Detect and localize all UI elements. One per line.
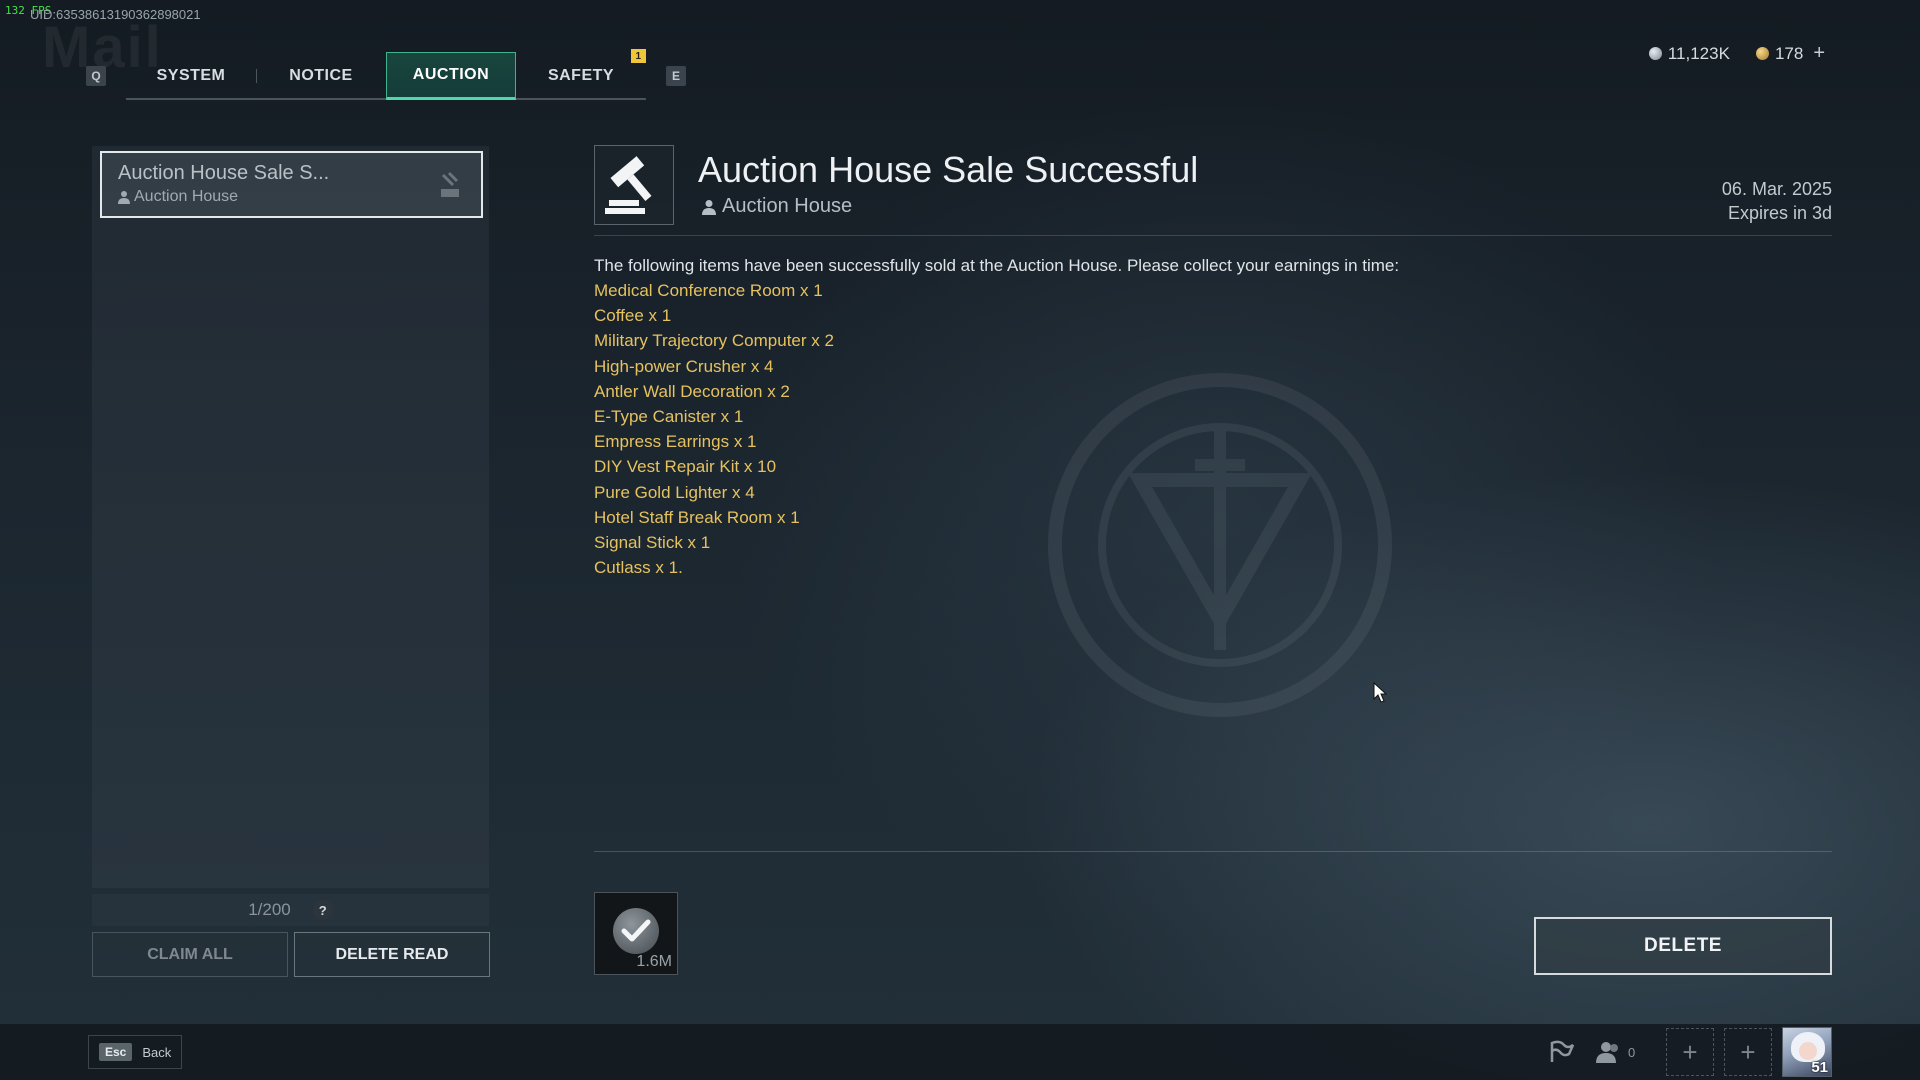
list-item: Military Trajectory Computer x 2 (594, 331, 834, 351)
tab-label: SAFETY (547, 67, 615, 84)
gold-coin-icon (1755, 47, 1769, 60)
mail-intro: The following items have been successful… (594, 256, 1400, 275)
bottom-right-icons: 0 + + 51 (1538, 1027, 1832, 1077)
tab-bar: SYSTEM NOTICE AUCTION SAFETY 1 (126, 49, 646, 100)
list-item: E-Type Canister x 1 (594, 407, 744, 427)
list-item: Pure Gold Lighter x 4 (594, 482, 755, 502)
person-icon (118, 191, 130, 204)
mail-body: The following items have been successful… (594, 253, 1832, 580)
gold-currency: 178 + (1755, 42, 1825, 65)
mail-date-block: 06. Mar. 2025 Expires in 3d (1722, 177, 1832, 225)
attachment-amount: 1.6M (636, 953, 672, 970)
tab-system[interactable]: SYSTEM (126, 52, 256, 100)
divider (594, 235, 1832, 236)
next-tab-key[interactable]: E (666, 66, 686, 86)
tab-label: NOTICE (289, 67, 353, 84)
player-level: 51 (1811, 1059, 1828, 1076)
list-item: DIY Vest Repair Kit x 10 (594, 457, 777, 477)
mail-item-sender-label: Auction House (134, 188, 239, 205)
friends-icon (1596, 1042, 1618, 1063)
list-item: Empress Earrings x 1 (594, 432, 757, 452)
mail-sender: Auction House (702, 195, 852, 218)
sold-items-list: Medical Conference Room x 1 Coffee x 1 M… (594, 278, 1832, 580)
tab-notice[interactable]: NOTICE (256, 52, 386, 100)
silver-currency: 11,123K (1648, 43, 1730, 64)
delete-read-button[interactable]: DELETE READ (294, 932, 490, 977)
mail-tabs: Q SYSTEM NOTICE AUCTION SAFETY 1 E (86, 49, 686, 100)
friends-button[interactable]: 0 (1596, 1041, 1656, 1063)
mail-item-sender: Auction House (118, 188, 465, 206)
add-currency-button[interactable]: + (1813, 42, 1825, 65)
tab-auction[interactable]: AUCTION (386, 52, 516, 100)
silver-coin-icon (1648, 47, 1662, 60)
currency-bar: 11,123K 178 + (1648, 42, 1825, 65)
list-item: Cutlass x 1. (594, 558, 683, 578)
delete-button[interactable]: DELETE (1534, 917, 1832, 975)
list-item: Antler Wall Decoration x 2 (594, 381, 790, 401)
list-item: High-power Crusher x 4 (594, 356, 774, 376)
auction-tile-icon (441, 171, 459, 197)
auction-gavel-icon (594, 145, 674, 225)
back-button[interactable]: Esc Back (88, 1035, 183, 1069)
back-label: Back (142, 1044, 172, 1060)
mail-count: 1/200 (248, 900, 291, 919)
list-actions: CLAIM ALL DELETE READ (92, 932, 490, 977)
mail-title: Auction House Sale Successful (698, 149, 1199, 190)
list-item: Coffee x 1 (594, 306, 672, 326)
bottom-bar: Esc Back 0 + + 51 (0, 1024, 1920, 1080)
gold-amount: 178 (1774, 43, 1804, 63)
divider (594, 851, 1832, 852)
list-item: Hotel Staff Break Room x 1 (594, 507, 800, 527)
prev-tab-key[interactable]: Q (86, 66, 106, 86)
help-icon[interactable]: ? (312, 900, 333, 920)
list-item[interactable]: Auction House Sale S... Auction House (100, 151, 483, 218)
attachment-slot[interactable]: 1.6M (594, 892, 678, 975)
list-item: Signal Stick x 1 (594, 533, 711, 553)
mail-list: Auction House Sale S... Auction House (92, 146, 489, 888)
tab-safety[interactable]: SAFETY 1 (516, 49, 646, 100)
esc-key: Esc (99, 1043, 133, 1061)
list-item: Medical Conference Room x 1 (594, 281, 823, 300)
team-slot-add-button[interactable]: + (1724, 1028, 1772, 1076)
unread-badge: 1 (631, 49, 646, 63)
friends-count: 0 (1628, 1044, 1636, 1060)
avatar[interactable]: 51 (1782, 1027, 1832, 1077)
mail-date: 06. Mar. 2025 (1721, 179, 1832, 199)
flag-icon[interactable] (1538, 1028, 1586, 1076)
avatar-face (1799, 1042, 1817, 1060)
mail-counter: 1/200 ? (92, 894, 489, 926)
person-icon (702, 199, 716, 215)
claimed-check-icon (613, 908, 659, 954)
silver-amount: 11,123K (1667, 43, 1730, 63)
mail-sender-label: Auction House (722, 195, 853, 217)
mail-expiry: Expires in 3d (1727, 203, 1832, 223)
mouse-cursor-icon (1373, 682, 1387, 703)
team-slot-add-button[interactable]: + (1666, 1028, 1714, 1076)
tab-label: AUCTION (412, 66, 490, 83)
tab-label: SYSTEM (156, 67, 226, 84)
mail-item-title: Auction House Sale S... (118, 162, 330, 184)
claim-all-button[interactable]: CLAIM ALL (92, 932, 288, 977)
